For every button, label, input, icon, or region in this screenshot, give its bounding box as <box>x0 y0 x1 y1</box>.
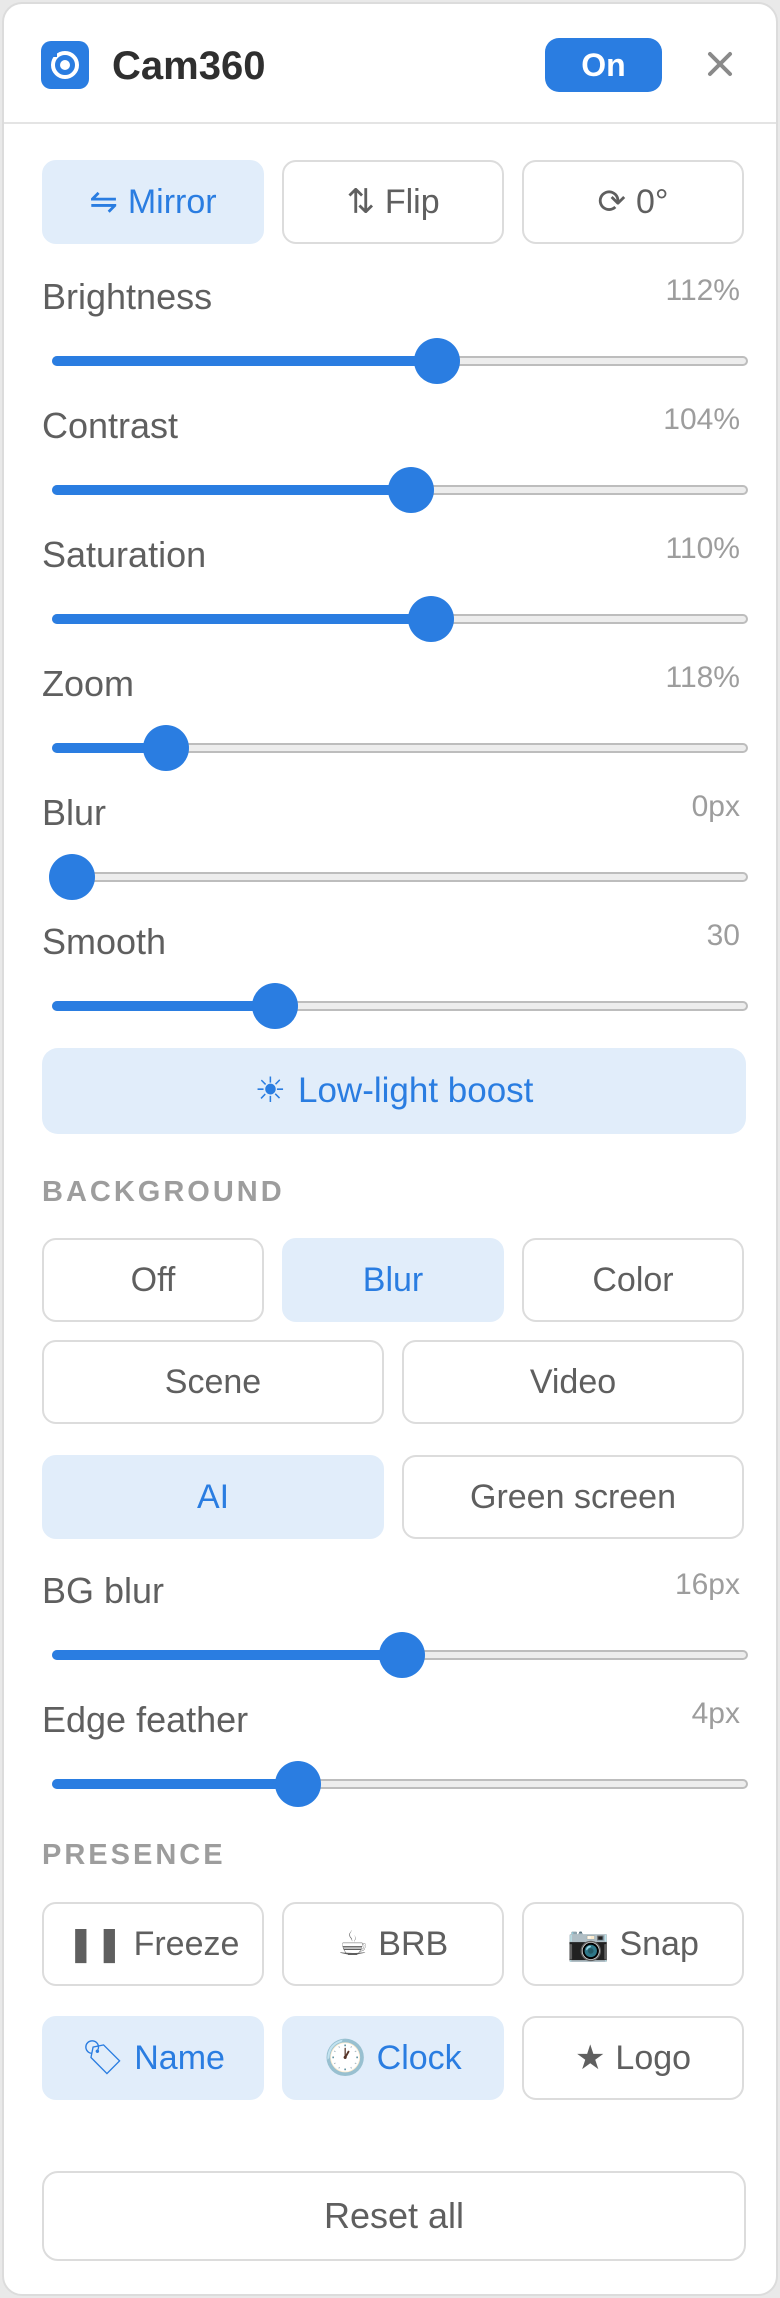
brb-label: BRB <box>378 1924 449 1963</box>
flip-label: Flip <box>384 182 440 221</box>
flip-icon: ⇅ <box>346 182 375 222</box>
flip-button[interactable]: ⇅ Flip <box>282 160 504 244</box>
zoom-slider[interactable] <box>52 725 748 771</box>
brightness-slider[interactable] <box>52 338 748 384</box>
name-button[interactable]: 🏷 Name <box>42 2016 264 2100</box>
rotate-icon: ⟳ <box>597 182 626 222</box>
bg-blur-slider-value: 16px <box>674 1568 740 1601</box>
brightness-fill <box>52 356 437 366</box>
bg-video-label: Video <box>529 1362 617 1401</box>
contrast-thumb[interactable] <box>388 467 435 513</box>
smooth-thumb[interactable] <box>252 983 299 1029</box>
contrast-fill <box>52 485 412 495</box>
clock-label: Clock <box>376 2038 462 2077</box>
smooth-slider[interactable] <box>52 983 748 1029</box>
freeze-button[interactable]: ❚❚ Freeze <box>42 1902 264 1986</box>
presence-section-title: PRESENCE <box>42 1839 226 1871</box>
rotate-label: 0° <box>635 182 669 221</box>
bg-scene-label: Scene <box>164 1362 262 1401</box>
saturation-fill <box>52 614 432 624</box>
mirror-label: Mirror <box>127 182 217 221</box>
bg-color-label: Color <box>592 1260 674 1299</box>
brightness-thumb[interactable] <box>413 338 460 384</box>
freeze-label: Freeze <box>133 1924 240 1963</box>
clock-icon: 🕐 <box>324 2038 367 2078</box>
contrast-value: 104% <box>663 403 740 436</box>
logo-label: Logo <box>615 2038 692 2077</box>
camera-settings-panel: Cam360 On ⇋ Mirror ⇅ Flip ⟳ 0° Brightnes… <box>2 2 778 2296</box>
bg-video-button[interactable]: Video <box>402 1340 744 1424</box>
low-light-boost-button[interactable]: ☀ Low-light boost <box>42 1048 746 1134</box>
smooth-fill <box>52 1001 276 1011</box>
saturation-thumb[interactable] <box>408 596 455 642</box>
mirror-icon: ⇋ <box>89 182 118 222</box>
close-icon[interactable] <box>700 44 740 84</box>
panel-header: Cam360 On <box>4 4 776 124</box>
blur-thumb[interactable] <box>49 854 95 900</box>
zoom-label: Zoom <box>42 663 135 704</box>
saturation-value: 110% <box>665 532 740 565</box>
contrast-slider[interactable] <box>52 467 748 513</box>
edge-feather-slider[interactable] <box>52 1761 748 1807</box>
segmentation-ai-label: AI <box>196 1477 230 1516</box>
blur-slider[interactable] <box>49 854 748 900</box>
logo-button[interactable]: ★ Logo <box>522 2016 744 2100</box>
bg-off-label: Off <box>130 1260 176 1299</box>
bg-blur-fill <box>52 1650 402 1660</box>
bg-blur-slider[interactable] <box>52 1632 748 1678</box>
brightness-value: 112% <box>665 274 740 307</box>
smooth-value: 30 <box>706 919 740 952</box>
zoom-thumb[interactable] <box>143 725 190 771</box>
edge-feather-value: 4px <box>691 1697 740 1730</box>
sun-icon: ☀ <box>254 1071 286 1111</box>
tag-icon: 🏷 <box>81 2038 125 2078</box>
segmentation-green-screen-button[interactable]: Green screen <box>402 1455 744 1539</box>
blur-label: Blur <box>42 792 107 833</box>
reset-all-button[interactable]: Reset all <box>42 2171 746 2261</box>
edge-feather-fill <box>52 1779 298 1789</box>
edge-feather-label: Edge feather <box>42 1699 249 1740</box>
edge-feather-thumb[interactable] <box>274 1761 321 1807</box>
bg-scene-button[interactable]: Scene <box>42 1340 384 1424</box>
zoom-value: 118% <box>665 661 740 694</box>
bg-blur-thumb[interactable] <box>379 1632 425 1678</box>
power-toggle[interactable]: On <box>545 38 662 92</box>
mirror-button[interactable]: ⇋ Mirror <box>42 160 264 244</box>
snap-button[interactable]: 📷 Snap <box>522 1902 744 1986</box>
snap-label: Snap <box>619 1924 699 1963</box>
bg-blur-label: Blur <box>362 1260 424 1299</box>
brightness-label: Brightness <box>42 276 213 317</box>
saturation-label: Saturation <box>42 534 207 575</box>
segmentation-green-screen-label: Green screen <box>470 1477 676 1516</box>
bg-off-button[interactable]: Off <box>42 1238 264 1322</box>
camera-icon <box>41 41 89 89</box>
segmentation-ai-button[interactable]: AI <box>42 1455 384 1539</box>
app-title: Cam360 <box>112 44 266 88</box>
smooth-label: Smooth <box>42 921 167 962</box>
clock-button[interactable]: 🕐 Clock <box>282 2016 504 2100</box>
bg-blur-button[interactable]: Blur <box>282 1238 504 1322</box>
blur-value: 0px <box>691 790 740 823</box>
bg-color-button[interactable]: Color <box>522 1238 744 1322</box>
saturation-slider[interactable] <box>52 596 748 642</box>
contrast-label: Contrast <box>42 405 179 446</box>
name-label: Name <box>134 2038 225 2077</box>
brb-button[interactable]: ☕ BRB <box>282 1902 504 1986</box>
background-section-title: BACKGROUND <box>42 1176 285 1208</box>
rotate-button[interactable]: ⟳ 0° <box>522 160 744 244</box>
bg-blur-slider-label: BG blur <box>42 1570 165 1611</box>
star-icon: ★ <box>574 2038 606 2078</box>
low-light-boost-label: Low-light boost <box>297 1071 534 1110</box>
pause-icon: ❚❚ <box>66 1924 124 1964</box>
camera-snap-icon: 📷 <box>567 1924 610 1964</box>
coffee-icon: ☕ <box>337 1924 369 1964</box>
